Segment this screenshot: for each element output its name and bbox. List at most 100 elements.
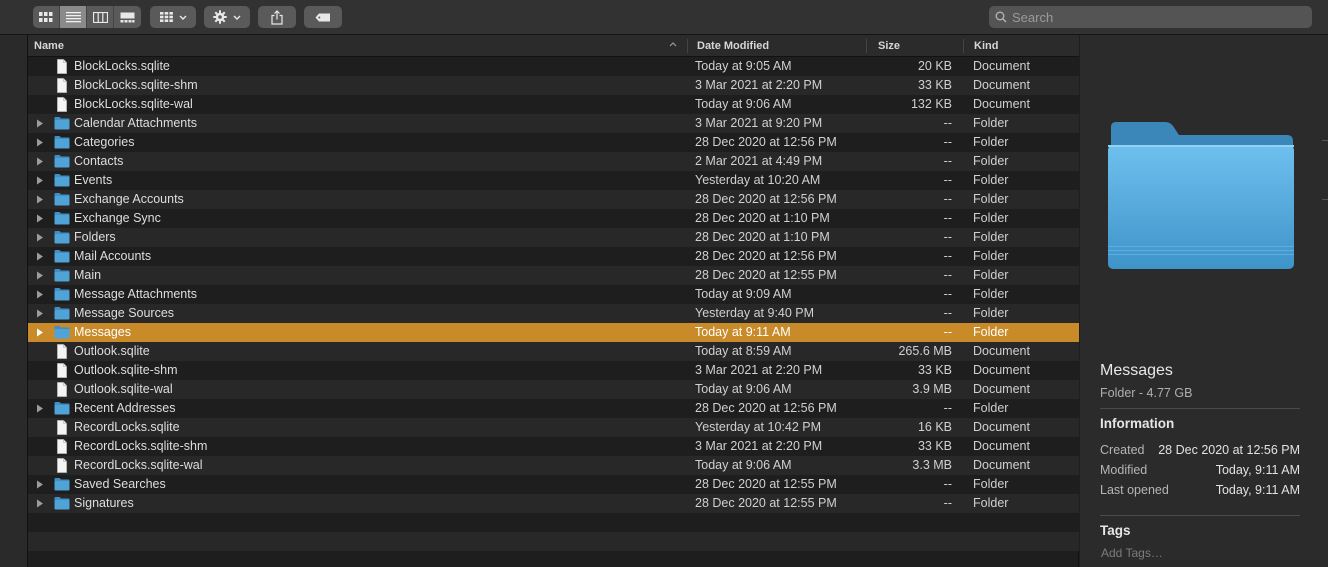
file-row[interactable]: Exchange Sync 28 Dec 2020 at 1:10 PM -- Fol… (28, 209, 1079, 228)
document-icon (57, 59, 67, 74)
file-row[interactable]: RecordLocks.sqlite-shm 3 Mar 2021 at 2:20… (28, 437, 1079, 456)
share-button[interactable] (258, 6, 296, 28)
group-by-button[interactable] (150, 6, 196, 28)
action-menu-button[interactable] (204, 6, 250, 28)
document-icon (57, 420, 67, 435)
search-icon (995, 11, 1007, 23)
folder-icon (54, 155, 70, 168)
disclosure-triangle-icon[interactable] (36, 214, 44, 223)
column-view-button[interactable] (87, 6, 114, 28)
file-date-modified: 2 Mar 2021 at 4:49 PM (695, 154, 823, 168)
disclosure-triangle-icon[interactable] (36, 157, 44, 166)
disclosure-triangle-icon[interactable] (36, 499, 44, 508)
file-row[interactable]: Recent Addresses 28 Dec 2020 at 12:56 PM -… (28, 399, 1079, 418)
column-header-kind[interactable]: Kind (974, 35, 998, 57)
file-date-modified: 28 Dec 2020 at 12:56 PM (695, 192, 837, 206)
file-kind: Folder (973, 230, 1009, 244)
gallery-view-icon (120, 12, 135, 22)
file-row[interactable]: Saved Searches 28 Dec 2020 at 12:55 PM -- F… (28, 475, 1079, 494)
file-row[interactable]: BlockLocks.sqlite-wal Today at 9:06 AM 132… (28, 95, 1079, 114)
file-kind: Document (973, 420, 1030, 434)
modified-value: Today, 9:11 AM (1215, 463, 1300, 477)
file-name: Mail Accounts (74, 249, 152, 263)
gallery-view-button[interactable] (114, 6, 141, 28)
file-row[interactable]: RecordLocks.sqlite-wal Today at 9:06 AM 3.… (28, 456, 1079, 475)
gear-icon (213, 10, 227, 24)
file-date-modified: 3 Mar 2021 at 2:20 PM (695, 439, 823, 453)
icon-view-button[interactable] (33, 6, 60, 28)
file-row[interactable]: Message Sources Yesterday at 9:40 PM -- Fol… (28, 304, 1079, 323)
file-row[interactable]: Outlook.sqlite-wal Today at 9:06 AM 3.9 MB… (28, 380, 1079, 399)
file-row[interactable]: Exchange Accounts 28 Dec 2020 at 12:56 PM… (28, 190, 1079, 209)
file-row[interactable]: Calendar Attachments 3 Mar 2021 at 9:20 P… (28, 114, 1079, 133)
file-kind: Folder (973, 306, 1009, 320)
disclosure-triangle-icon[interactable] (36, 480, 44, 489)
file-size: -- (943, 496, 952, 510)
file-name: Outlook.sqlite (74, 344, 150, 358)
file-kind: Document (973, 439, 1030, 453)
file-name: RecordLocks.sqlite-wal (74, 458, 203, 472)
folder-icon (54, 174, 70, 187)
information-heading: Information (1100, 416, 1175, 431)
file-row[interactable]: Message Attachments Today at 9:09 AM -- Fol… (28, 285, 1079, 304)
disclosure-triangle-icon[interactable] (36, 252, 44, 261)
disclosure-triangle-icon[interactable] (36, 404, 44, 413)
file-name: RecordLocks.sqlite-shm (74, 439, 208, 453)
toolbar: Search (0, 0, 1328, 35)
last-opened-label: Last opened (1100, 483, 1169, 497)
file-row[interactable]: Categories 28 Dec 2020 at 12:56 PM -- Folde… (28, 133, 1079, 152)
file-name: Categories (74, 135, 135, 149)
file-size: -- (943, 477, 952, 491)
file-row[interactable]: Events Yesterday at 10:20 AM -- Folder (28, 171, 1079, 190)
file-row[interactable]: BlockLocks.sqlite Today at 9:05 AM 20 KB Do… (28, 57, 1079, 76)
file-size: -- (943, 230, 952, 244)
file-name: Recent Addresses (74, 401, 176, 415)
file-name: Message Sources (74, 306, 175, 320)
file-size: -- (943, 211, 952, 225)
list-view-icon (65, 11, 81, 22)
file-row[interactable]: Contacts 2 Mar 2021 at 4:49 PM -- Folder (28, 152, 1079, 171)
folder-icon (54, 288, 70, 301)
column-header-date[interactable]: Date Modified (697, 35, 769, 57)
file-row[interactable]: BlockLocks.sqlite-shm 3 Mar 2021 at 2:20 … (28, 76, 1079, 95)
disclosure-triangle-icon[interactable] (36, 290, 44, 299)
file-row[interactable]: Outlook.sqlite-shm 3 Mar 2021 at 2:20 PM 3… (28, 361, 1079, 380)
last-opened-value: Today, 9:11 AM (1215, 483, 1300, 497)
add-tags-field[interactable]: Add Tags… (1101, 546, 1163, 560)
list-view-button[interactable] (60, 6, 87, 28)
file-row[interactable]: RecordLocks.sqlite Yesterday at 10:42 PM 1… (28, 418, 1079, 437)
file-row[interactable]: Messages Today at 9:11 AM -- Folder (28, 323, 1079, 342)
created-value: 28 Dec 2020 at 12:56 PM (1158, 443, 1300, 457)
file-row[interactable]: Signatures 28 Dec 2020 at 12:55 PM -- Folde… (28, 494, 1079, 513)
file-date-modified: 3 Mar 2021 at 2:20 PM (695, 78, 823, 92)
document-icon (57, 97, 67, 112)
tag-button[interactable] (304, 6, 342, 28)
file-date-modified: 28 Dec 2020 at 12:55 PM (695, 477, 837, 491)
disclosure-triangle-icon[interactable] (36, 309, 44, 318)
empty-row (28, 513, 1079, 532)
file-row[interactable]: Mail Accounts 28 Dec 2020 at 12:56 PM -- Fo… (28, 247, 1079, 266)
disclosure-triangle-icon[interactable] (36, 195, 44, 204)
file-row[interactable]: Folders 28 Dec 2020 at 1:10 PM -- Folder (28, 228, 1079, 247)
file-date-modified: Yesterday at 10:42 PM (695, 420, 822, 434)
file-date-modified: Today at 9:06 AM (695, 382, 792, 396)
disclosure-triangle-icon[interactable] (36, 138, 44, 147)
file-kind: Document (973, 97, 1030, 111)
disclosure-triangle-icon[interactable] (36, 119, 44, 128)
disclosure-triangle-icon[interactable] (36, 328, 44, 337)
disclosure-triangle-icon[interactable] (36, 176, 44, 185)
file-row[interactable]: Main 28 Dec 2020 at 12:55 PM -- Folder (28, 266, 1079, 285)
search-field[interactable]: Search (989, 6, 1312, 28)
file-size: -- (943, 268, 952, 282)
disclosure-triangle-icon[interactable] (36, 233, 44, 242)
file-kind: Folder (973, 287, 1009, 301)
file-kind: Document (973, 458, 1030, 472)
file-kind: Folder (973, 135, 1009, 149)
column-header-name[interactable]: Name (34, 35, 64, 57)
folder-icon (54, 212, 70, 225)
file-name: Folders (74, 230, 116, 244)
column-header-size[interactable]: Size (878, 35, 900, 57)
file-row[interactable]: Outlook.sqlite Today at 8:59 AM 265.6 MB Do… (28, 342, 1079, 361)
disclosure-triangle-icon[interactable] (36, 271, 44, 280)
sidebar-strip (0, 35, 28, 567)
